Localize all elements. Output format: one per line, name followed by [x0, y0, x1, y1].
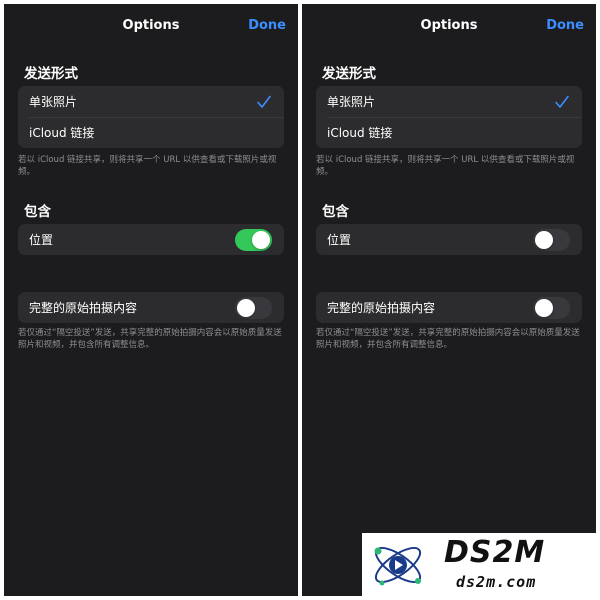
navigation-bar: Options Done [4, 4, 298, 50]
toggle-knob [252, 230, 270, 249]
send-as-option-icloud-link[interactable]: iCloud 链接 [18, 117, 284, 148]
location-toggle[interactable] [235, 228, 272, 251]
all-photos-data-footer: 若仅通过“隔空投送”发送，共享完整的原始拍摄内容会以原始质量发送照片和视频，并包… [316, 328, 580, 350]
send-as-group: 单张照片 iCloud 链接 [316, 86, 582, 148]
send-as-footer: 若以 iCloud 链接共享，则将共享一个 URL 以供查看或下载照片或视频。 [18, 155, 277, 177]
option-label: 单张照片 [327, 95, 376, 109]
location-row: 位置 [316, 224, 582, 255]
toggle-knob [237, 298, 255, 317]
done-button[interactable]: Done [248, 18, 286, 33]
options-screen-location-off: Options Done 发送形式 单张照片 iCloud 链接 若以 iClo… [302, 4, 596, 596]
all-photos-data-row: 完整的原始拍摄内容 [18, 292, 284, 323]
checkmark-icon [555, 95, 569, 108]
all-photos-data-footer: 若仅通过“隔空投送”发送，共享完整的原始拍摄内容会以原始质量发送照片和视频，并包… [18, 328, 282, 350]
option-label: iCloud 链接 [327, 126, 393, 140]
toggle-knob [535, 298, 553, 317]
done-button[interactable]: Done [546, 18, 584, 33]
watermark-url: ds2m.com [456, 573, 537, 591]
include-header: 包含 [322, 204, 349, 220]
send-as-header: 发送形式 [24, 66, 78, 82]
location-label: 位置 [29, 233, 54, 247]
location-label: 位置 [327, 233, 352, 247]
all-photos-data-row: 完整的原始拍摄内容 [316, 292, 582, 323]
options-screen-location-on: Options Done 发送形式 单张照片 iCloud 链接 若以 iClo… [4, 4, 298, 596]
send-as-option-individual-photos[interactable]: 单张照片 [316, 86, 582, 117]
send-as-footer: 若以 iCloud 链接共享，则将共享一个 URL 以供查看或下载照片或视频。 [316, 155, 575, 177]
location-toggle[interactable] [533, 228, 570, 251]
location-row: 位置 [18, 224, 284, 255]
send-as-header: 发送形式 [322, 66, 376, 82]
all-photos-data-group: 完整的原始拍摄内容 [316, 292, 582, 323]
watermark-brand: DS2M [444, 535, 546, 570]
all-photos-data-label: 完整的原始拍摄内容 [29, 301, 138, 315]
atom-logo-icon [374, 546, 422, 586]
send-as-group: 单张照片 iCloud 链接 [18, 86, 284, 148]
send-as-option-individual-photos[interactable]: 单张照片 [18, 86, 284, 117]
include-header: 包含 [24, 204, 51, 220]
all-photos-data-toggle[interactable] [533, 296, 570, 319]
toggle-knob [535, 230, 553, 249]
include-group: 位置 [316, 224, 582, 255]
checkmark-icon [257, 95, 271, 108]
all-photos-data-toggle[interactable] [235, 296, 272, 319]
include-group: 位置 [18, 224, 284, 255]
watermark: DS2M ds2m.com [362, 533, 598, 597]
all-photos-data-group: 完整的原始拍摄内容 [18, 292, 284, 323]
all-photos-data-label: 完整的原始拍摄内容 [327, 301, 436, 315]
navigation-bar: Options Done [302, 4, 596, 50]
send-as-option-icloud-link[interactable]: iCloud 链接 [316, 117, 582, 148]
option-label: iCloud 链接 [29, 126, 95, 140]
option-label: 单张照片 [29, 95, 78, 109]
